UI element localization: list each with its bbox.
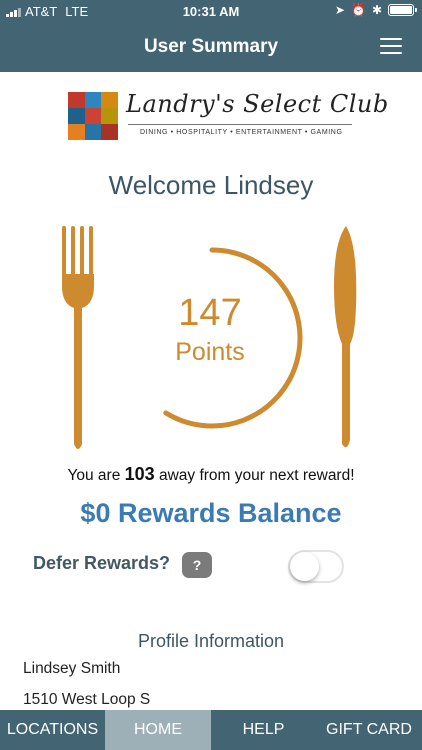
tab-help[interactable]: HELP: [211, 710, 316, 750]
next-reward-prefix: You are: [67, 467, 125, 484]
tab-home[interactable]: HOME: [105, 710, 211, 750]
landrys-logo: Landry's Select Club DINING • HOSPITALIT…: [68, 90, 388, 142]
battery-icon: [388, 4, 417, 16]
rewards-balance: $0 Rewards Balance: [80, 498, 342, 528]
next-reward-amount: 103: [124, 464, 155, 484]
knife-icon: [334, 226, 357, 448]
status-bar: AT&T LTE 10:31 AM ➤ ⏰ ✱: [0, 0, 422, 24]
tab-locations[interactable]: LOCATIONS: [0, 710, 105, 750]
next-reward-suffix: away from your next reward!: [154, 467, 355, 484]
welcome-heading: Welcome Lindsey: [108, 170, 314, 200]
page-title: User Summary: [143, 36, 279, 57]
profile-address: 1510 West Loop S: [23, 691, 151, 708]
profile-section-title: Profile Information: [137, 631, 285, 651]
bluetooth-icon: ✱: [371, 3, 382, 17]
defer-rewards-toggle[interactable]: [288, 550, 344, 583]
top-bar: AT&T LTE 10:31 AM ➤ ⏰ ✱ User Summary: [0, 0, 422, 72]
logo-divider: [128, 124, 352, 125]
location-icon: ➤: [334, 3, 345, 17]
points-label: Points: [175, 338, 245, 366]
points-value: 147: [178, 292, 242, 334]
alarm-icon: ⏰: [350, 3, 366, 17]
logo-script-text: Landry's Select Club: [126, 90, 389, 118]
tab-gift-card[interactable]: GIFT CARD: [316, 710, 422, 750]
hamburger-icon[interactable]: [380, 38, 402, 54]
toggle-knob: [290, 552, 319, 581]
status-right: ➤ ⏰ ✱: [334, 3, 417, 17]
defer-rewards-label: Defer Rewards?: [33, 553, 171, 573]
profile-name: Lindsey Smith: [23, 660, 121, 677]
logo-tagline: DINING • HOSPITALITY • ENTERTAINMENT • G…: [140, 129, 343, 136]
logo-tile-icon: [68, 92, 118, 140]
defer-help-button[interactable]: ?: [182, 552, 212, 578]
next-reward-text: You are 103 away from your next reward!: [0, 464, 422, 485]
fork-icon: [62, 226, 94, 449]
bottom-tab-bar: LOCATIONS HOME HELP GIFT CARD: [0, 710, 422, 750]
